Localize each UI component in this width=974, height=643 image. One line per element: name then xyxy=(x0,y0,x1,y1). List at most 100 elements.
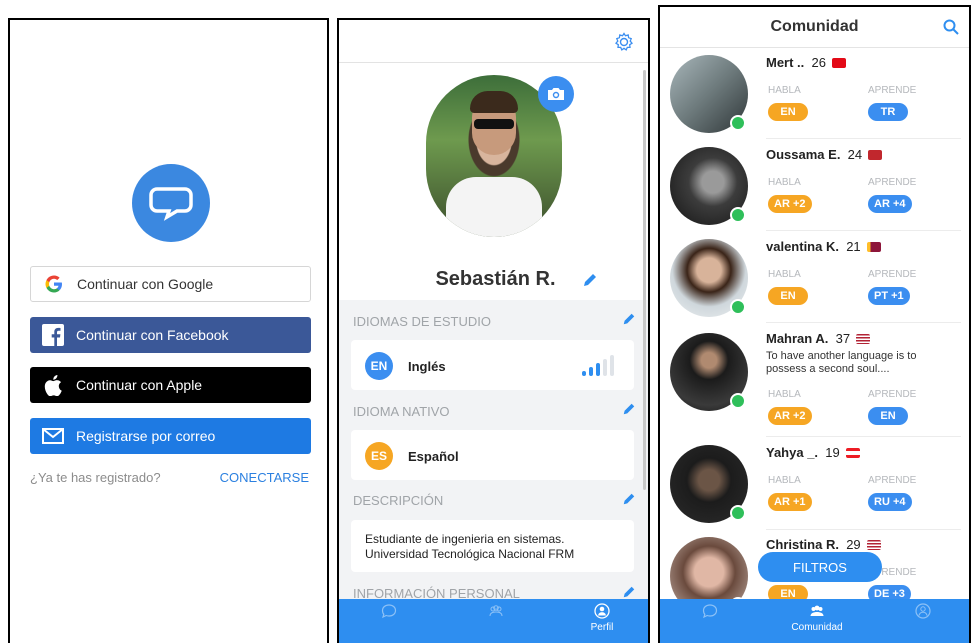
online-indicator xyxy=(730,393,746,409)
edit-study-languages-pencil-icon[interactable] xyxy=(622,312,636,331)
speaks-label: HABLA xyxy=(768,177,801,188)
learns-badge: AR +4 xyxy=(868,195,912,213)
profile-name: Sebastián R. xyxy=(435,268,556,290)
community-tab-bar: Comunidad xyxy=(660,599,969,643)
description-card[interactable]: Estudiante de ingenieria en sistemas. Un… xyxy=(351,520,634,572)
divider xyxy=(766,322,961,323)
user-card-mert[interactable]: Mert .. 26 HABLA APRENDE EN TR xyxy=(660,49,969,141)
community-icon xyxy=(810,605,824,616)
community-header: Comunidad xyxy=(660,7,969,48)
speaks-label: HABLA xyxy=(768,475,801,486)
email-register-button[interactable]: Registrarse por correo xyxy=(30,418,311,454)
profile-icon xyxy=(915,603,931,619)
tab-community[interactable]: Comunidad xyxy=(787,603,847,633)
already-registered-text: ¿Ya te has registrado? xyxy=(30,470,161,485)
edit-description-pencil-icon[interactable] xyxy=(622,492,636,511)
user-card-mahran[interactable]: Mahran A. 37 To have another language is… xyxy=(660,325,969,435)
learns-badge: EN xyxy=(868,407,908,425)
learns-badge: TR xyxy=(868,103,908,121)
native-language-card[interactable]: ES Español xyxy=(351,430,634,480)
chat-bubble-icon xyxy=(149,187,193,221)
google-icon xyxy=(31,275,77,293)
user-card-yahya[interactable]: Yahya _. 19 HABLA APRENDE AR +1 RU +4 xyxy=(660,439,969,531)
edit-native-language-pencil-icon[interactable] xyxy=(622,402,636,421)
tab-chats[interactable] xyxy=(680,603,740,622)
learns-badge: RU +4 xyxy=(868,493,912,511)
divider xyxy=(766,529,961,530)
community-screen: Comunidad Mert .. 26 HABLA APRENDE EN TR… xyxy=(658,5,971,643)
profile-icon xyxy=(594,603,610,619)
user-name-age: Yahya _. 19 xyxy=(766,445,860,460)
study-language-card[interactable]: EN Inglés xyxy=(351,340,634,390)
user-card-valentina[interactable]: valentina K. 21 HABLA APRENDE EN PT +1 xyxy=(660,233,969,325)
apple-login-label: Continuar con Apple xyxy=(76,377,203,393)
camera-icon[interactable] xyxy=(538,76,574,112)
tab-profile[interactable] xyxy=(893,603,953,622)
facebook-icon xyxy=(30,324,76,346)
tab-profile-label: Perfil xyxy=(590,622,614,633)
edit-name-pencil-icon[interactable] xyxy=(582,272,598,293)
mail-icon xyxy=(30,428,76,444)
tab-chats[interactable] xyxy=(359,603,419,622)
divider xyxy=(766,138,961,139)
native-language-title: IDIOMA NATIVO xyxy=(353,404,450,419)
user-name-age: Mert .. 26 xyxy=(766,55,846,70)
turkey-flag-icon xyxy=(832,58,846,68)
study-language-name: Inglés xyxy=(408,359,446,374)
description-text: Estudiante de ingenieria en sistemas. Un… xyxy=(365,532,575,561)
speaks-badge: EN xyxy=(768,287,808,305)
user-card-oussama[interactable]: Oussama E. 24 HABLA APRENDE AR +2 AR +4 xyxy=(660,141,969,233)
learns-label: APRENDE xyxy=(868,389,917,400)
speaks-label: HABLA xyxy=(768,389,801,400)
language-level-indicator xyxy=(582,354,622,376)
description-title: DESCRIPCIÓN xyxy=(353,493,444,508)
google-login-button[interactable]: Continuar con Google xyxy=(30,266,311,302)
user-name-age: valentina K. 21 xyxy=(766,239,881,254)
usa-flag-icon xyxy=(856,334,871,344)
chat-icon xyxy=(702,604,718,619)
email-register-label: Registrarse por correo xyxy=(76,428,216,444)
level-bar xyxy=(589,367,593,376)
facebook-login-label: Continuar con Facebook xyxy=(76,327,229,343)
filters-button[interactable]: FILTROS xyxy=(758,552,882,582)
learns-label: APRENDE xyxy=(868,475,917,486)
already-registered-row: ¿Ya te has registrado? CONECTARSE xyxy=(30,470,309,485)
study-languages-title: IDIOMAS DE ESTUDIO xyxy=(353,314,491,329)
user-name-age: Mahran A. 37 xyxy=(766,331,871,346)
morocco-flag-icon xyxy=(868,150,883,160)
speaks-badge: AR +2 xyxy=(768,195,812,213)
speaks-label: HABLA xyxy=(768,85,801,96)
user-bio: To have another language is to possess a… xyxy=(766,350,917,375)
chat-icon xyxy=(381,604,397,619)
profile-screen: Sebastián R. IDIOMAS DE ESTUDIO EN Inglé… xyxy=(337,18,650,643)
tab-community[interactable] xyxy=(466,603,526,622)
divider xyxy=(766,230,961,231)
divider xyxy=(766,436,961,437)
online-indicator xyxy=(730,299,746,315)
online-indicator xyxy=(730,505,746,521)
native-language-code: ES xyxy=(365,442,393,470)
speaks-badge: AR +1 xyxy=(768,493,812,511)
sri-lanka-flag-icon xyxy=(866,242,881,252)
native-language-name: Español xyxy=(408,449,459,464)
profile-scrollbar[interactable] xyxy=(643,70,646,490)
tab-community-label: Comunidad xyxy=(791,622,843,633)
level-bar xyxy=(582,371,586,376)
lebanon-flag-icon xyxy=(845,448,860,458)
learns-label: APRENDE xyxy=(868,85,917,96)
settings-gear-icon[interactable] xyxy=(614,32,634,57)
speaks-badge: AR +2 xyxy=(768,407,812,425)
level-bar xyxy=(603,359,607,376)
apple-login-button[interactable]: Continuar con Apple xyxy=(30,367,311,403)
speaks-badge: EN xyxy=(768,103,808,121)
app-logo xyxy=(132,164,210,242)
connect-link[interactable]: CONECTARSE xyxy=(220,470,309,485)
user-name-age: Oussama E. 24 xyxy=(766,147,883,162)
search-icon[interactable] xyxy=(943,19,959,40)
facebook-login-button[interactable]: Continuar con Facebook xyxy=(30,317,311,353)
usa-flag-icon xyxy=(866,540,881,550)
google-login-label: Continuar con Google xyxy=(77,276,214,292)
tab-profile[interactable]: Perfil xyxy=(572,603,632,633)
user-name-age: Christina R. 29 xyxy=(766,537,881,552)
level-bar xyxy=(610,355,614,376)
